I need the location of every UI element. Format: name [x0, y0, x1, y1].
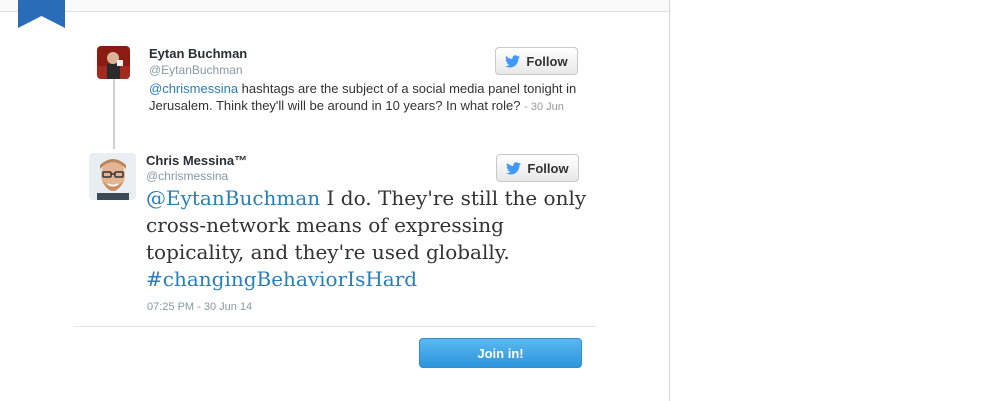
main-timestamp[interactable]: 07:25 PM - 30 Jun 14: [147, 301, 252, 313]
follow-label: Follow: [526, 53, 568, 69]
main-mention-link[interactable]: @EytanBuchman: [146, 186, 320, 210]
avatar-eytan-buchman[interactable]: [97, 46, 130, 79]
reply-mention-link[interactable]: @chrismessina: [149, 81, 238, 96]
follow-button-eytan[interactable]: Follow: [495, 47, 578, 75]
main-author-name[interactable]: Chris Messina™: [146, 153, 247, 168]
bookmark-ribbon-icon: [18, 0, 65, 28]
tweet-panel: Eytan Buchman @EytanBuchman Follow @chri…: [0, 0, 670, 401]
divider: [74, 326, 596, 327]
panel-top-border: [0, 0, 669, 12]
thread-connector: [113, 77, 115, 149]
reply-tweet-text: @chrismessina hashtags are the subject o…: [149, 80, 589, 116]
avatar-chris-messina[interactable]: [89, 153, 136, 200]
join-in-button[interactable]: Join in!: [419, 338, 582, 368]
follow-button-chris[interactable]: Follow: [496, 154, 579, 182]
twitter-bird-icon: [505, 54, 521, 67]
hashtag-link[interactable]: #changingBehaviorIsHard: [146, 267, 417, 291]
twitter-bird-icon: [506, 161, 522, 174]
reply-author-handle[interactable]: @EytanBuchman: [149, 63, 243, 77]
reply-author-name[interactable]: Eytan Buchman: [149, 46, 247, 61]
reply-date[interactable]: - 30 Jun: [524, 101, 564, 113]
follow-label: Follow: [527, 160, 569, 176]
main-tweet-text: @EytanBuchman I do. They're still the on…: [146, 185, 596, 293]
main-author-handle[interactable]: @chrismessina: [146, 169, 228, 183]
